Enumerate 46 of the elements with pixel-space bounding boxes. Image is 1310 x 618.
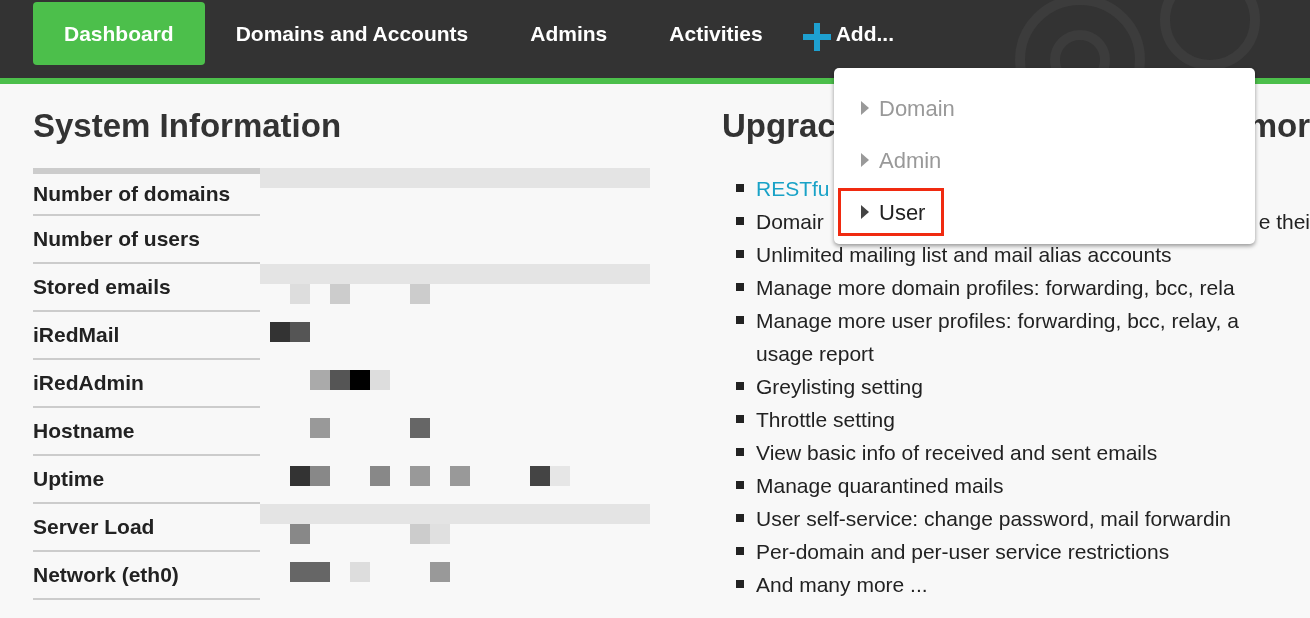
feature-text: Per-domain and per-user service restrictions — [756, 538, 1170, 565]
bullet-icon — [736, 547, 744, 556]
bullet-icon — [736, 448, 744, 457]
add-menu-toggle[interactable]: Add... — [793, 2, 925, 65]
bullet-icon — [736, 250, 744, 259]
caret-icon — [861, 153, 869, 167]
feature-text: Domair — [756, 208, 824, 235]
feature-text: Manage more domain profiles: forwarding, bcc, rela — [756, 274, 1235, 301]
bullet-icon — [736, 415, 744, 424]
menu-item[interactable]: User — [838, 188, 945, 236]
feature-text: Manage quarantined mails — [756, 472, 1004, 499]
nav-link[interactable]: Activities — [638, 2, 794, 65]
feature-text: Unlimited mailing list and mail alias accounts — [756, 241, 1172, 268]
section-title: System Information — [33, 106, 343, 146]
bullet-icon — [736, 184, 744, 193]
bullet-icon — [736, 316, 744, 325]
row-label: iRedAdmin — [33, 359, 260, 408]
row-label: Network (eth0) — [33, 551, 260, 600]
feature-text: And many more ... — [756, 571, 928, 598]
bullet-icon — [736, 382, 744, 391]
row-label: Number of users — [33, 215, 260, 264]
row-label: Uptime — [33, 455, 260, 504]
bullet-icon — [736, 481, 744, 490]
feature-text: Manage more user profiles: forwarding, bcc, relay, a — [756, 307, 1239, 334]
feature-text: User self-service: change password, mail forwardin — [756, 505, 1231, 532]
row-label: Server Load — [33, 503, 260, 552]
caret-icon — [861, 205, 869, 219]
plus-icon — [801, 21, 832, 52]
nav-link[interactable]: Admins — [499, 2, 639, 65]
feature-text: Throttle setting — [756, 406, 895, 433]
feature-text: e thei — [1258, 208, 1310, 235]
pixelated-value — [270, 321, 310, 342]
bullet-icon — [736, 580, 744, 589]
row-label: iRedMail — [33, 311, 260, 360]
row-label: Hostname — [33, 407, 260, 456]
feature-text: usage report — [756, 340, 874, 367]
row-label: Stored emails — [33, 263, 260, 312]
row-label: Number of domains — [33, 167, 260, 216]
bullet-icon — [736, 283, 744, 292]
bullet-icon — [736, 514, 744, 523]
bullet-icon — [736, 217, 744, 226]
feature-text: View basic info of received and sent emails — [756, 439, 1158, 466]
feature-text: Greylisting setting — [756, 373, 923, 400]
nav-link[interactable]: Domains and Accounts — [204, 2, 500, 65]
caret-icon — [861, 101, 869, 115]
section-title: Upgrac — [722, 106, 836, 146]
